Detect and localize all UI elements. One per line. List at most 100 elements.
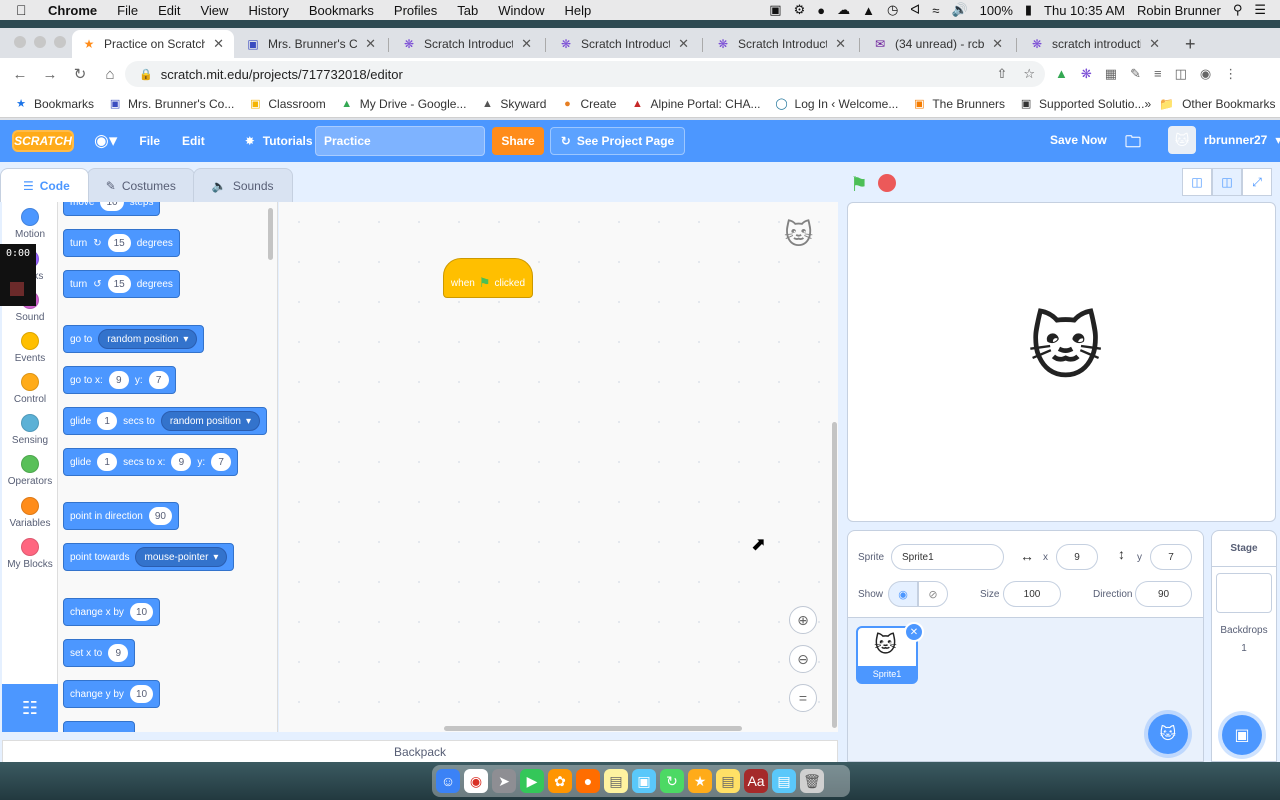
block-turn-right[interactable]: turn ↻ 15 degrees [63,229,180,257]
creative-cloud-icon[interactable]: ☁ [837,2,850,18]
firefox-icon[interactable]: ● [576,769,600,793]
category-my-blocks[interactable]: My Blocks [2,538,58,570]
hide-sprite-button[interactable]: ⊘ [918,581,948,607]
photos-icon[interactable]: ✿ [548,769,572,793]
choose-sprite-button[interactable]: 🐱 [1148,714,1188,754]
new-tab-button[interactable]: + [1185,34,1196,55]
launchpad-icon[interactable]: ➤ [492,769,516,793]
tab-costumes[interactable]: ✎ Costumes [86,168,195,202]
close-tab-icon[interactable]: ✕ [1149,36,1160,52]
block-glide-to[interactable]: glide 1 secs to random position ▾ [63,407,268,435]
size-input[interactable]: 100 [1003,581,1061,607]
bookmark-item[interactable]: ▲ Alpine Portal: CHA... [630,97,761,111]
clock[interactable]: Thu 10:35 AM [1044,3,1125,18]
upload-icon[interactable]: ▲ [862,3,875,18]
grid-extension-icon[interactable]: ▦ [1105,66,1117,82]
target-dropdown[interactable]: random position ▾ [98,329,198,349]
menu-file[interactable]: File [117,3,138,18]
close-tab-icon[interactable]: ✕ [365,36,376,52]
category-sensing[interactable]: Sensing [2,414,58,446]
puzzle-icon[interactable]: ✎ [1130,66,1141,82]
block-change-y[interactable]: change y by 10 [63,680,161,708]
bluetooth-icon[interactable]: ᐊ [910,2,920,18]
browser-tab-active[interactable]: ★ Practice on Scratch ✕ [72,30,234,58]
project-title-input[interactable]: Practice [315,126,485,156]
save-now-button[interactable]: Save Now [1050,133,1107,147]
minimize-window-button[interactable] [34,36,46,48]
bookmark-item[interactable]: ▲ My Drive - Google... [340,97,466,111]
choose-backdrop-button[interactable]: ▣ [1222,715,1262,755]
volume-icon[interactable]: 🔊 [951,2,967,18]
tab-sounds[interactable]: 🔈 Sounds [192,168,293,202]
y-position-input[interactable]: 7 [1150,544,1192,570]
drive-extension-icon[interactable]: ▲ [1055,66,1068,82]
target-dropdown[interactable]: mouse-pointer ▾ [135,547,228,567]
close-window-button[interactable] [14,36,26,48]
fullscreen-button[interactable]: ⤢ [1242,168,1272,196]
extension-gear-icon[interactable]: ❋ [1081,66,1092,82]
category-motion[interactable]: Motion [2,208,58,240]
zoom-in-button[interactable]: ⊕ [789,606,817,634]
side-panel-icon[interactable]: ◫ [1175,66,1187,82]
battery-icon[interactable]: ▮ [1025,2,1032,18]
scratch-app-icon[interactable]: ★ [688,769,712,793]
account-menu[interactable]: 🐱 rbrunner27 ▾ [1168,126,1280,154]
recorder-stop-button[interactable] [10,282,24,296]
category-variables[interactable]: Variables [2,497,58,529]
delete-sprite-button[interactable]: ✕ [904,622,924,642]
trash-icon[interactable]: 🗑 [800,769,824,793]
stage-canvas[interactable]: 🐱 [847,202,1276,522]
menu-tab[interactable]: Tab [457,3,478,18]
share-page-icon[interactable]: ⇧ [996,66,1007,82]
my-stuff-folder-icon[interactable]: 🗀 [1125,131,1141,158]
sprite-thumbnail[interactable]: 🐱 Sprite1 ✕ [856,622,924,684]
block-point-in-direction[interactable]: point in direction 90 [63,502,179,530]
palette-scrollbar[interactable] [268,208,273,260]
show-sprite-button[interactable]: ◉ [888,581,918,607]
bookmark-item[interactable]: ▲ Skyward [480,97,546,111]
x-position-input[interactable]: 9 [1056,544,1098,570]
sync-icon[interactable]: ↻ [660,769,684,793]
menu-edit[interactable]: Edit [158,3,180,18]
lightbulb-icon[interactable]: ✸ [245,134,255,148]
preview-icon[interactable]: ▣ [632,769,656,793]
home-icon[interactable]: ⌂ [100,66,120,83]
menu-app-name[interactable]: Chrome [48,3,97,18]
user-name[interactable]: Robin Brunner [1137,3,1221,18]
browser-tab[interactable]: ❋ Scratch Introductio ✕ [392,30,542,58]
bookmark-item[interactable]: ★ Bookmarks [14,97,94,111]
block-set-x[interactable]: set x to 9 [63,639,136,667]
facetime-icon[interactable]: ▶ [520,769,544,793]
wifi-icon[interactable]: ≈ [932,3,939,18]
block-set-y-partial[interactable] [63,721,135,732]
see-project-page-button[interactable]: ↻ See Project Page [550,127,685,155]
share-button[interactable]: Share [492,127,544,155]
add-extension-button[interactable]: ☷ [2,684,58,732]
menu-view[interactable]: View [200,3,228,18]
zoom-out-button[interactable]: ⊖ [789,645,817,673]
block-turn-left[interactable]: turn ↺ 15 degrees [63,270,180,298]
notes-icon[interactable]: ▤ [604,769,628,793]
code-workspace[interactable]: 🐱 when ⚑ clicked ⊕ ⊖ = ⬈ [279,202,838,732]
target-dropdown[interactable]: random position ▾ [160,411,261,431]
workspace-horizontal-scrollbar[interactable] [444,726,742,731]
block-change-x[interactable]: change x by 10 [63,598,161,626]
browser-tab[interactable]: ▣ Mrs. Brunner's Com ✕ [236,30,386,58]
bookmark-item[interactable]: ▣ The Brunners [912,97,1005,111]
close-tab-icon[interactable]: ✕ [835,36,846,52]
bookmark-item[interactable]: ▣ Mrs. Brunner's Co... [108,97,235,111]
reload-icon[interactable]: ↻ [70,65,90,83]
close-tab-icon[interactable]: ✕ [213,36,224,52]
finder-icon[interactable]: ☺ [436,769,460,793]
menu-bookmarks[interactable]: Bookmarks [309,3,374,18]
search-icon[interactable]: ⚲ [1233,2,1243,18]
stop-button[interactable] [877,174,896,192]
block-move-steps[interactable]: move 10 steps [63,202,161,216]
reading-list-icon[interactable]: ≡ [1154,66,1162,82]
address-bar[interactable]: 🔒 scratch.mit.edu/projects/717732018/edi… [125,61,1045,87]
url-text[interactable]: scratch.mit.edu/projects/717732018/edito… [161,67,403,82]
browser-tab[interactable]: ❋ Scratch Introductio ✕ [549,30,699,58]
scratch-logo[interactable]: SCRATCH [12,130,74,152]
bookmark-item[interactable]: ◯ Log In ‹ Welcome... [775,97,898,111]
preview-doc-icon[interactable]: ▤ [772,769,796,793]
